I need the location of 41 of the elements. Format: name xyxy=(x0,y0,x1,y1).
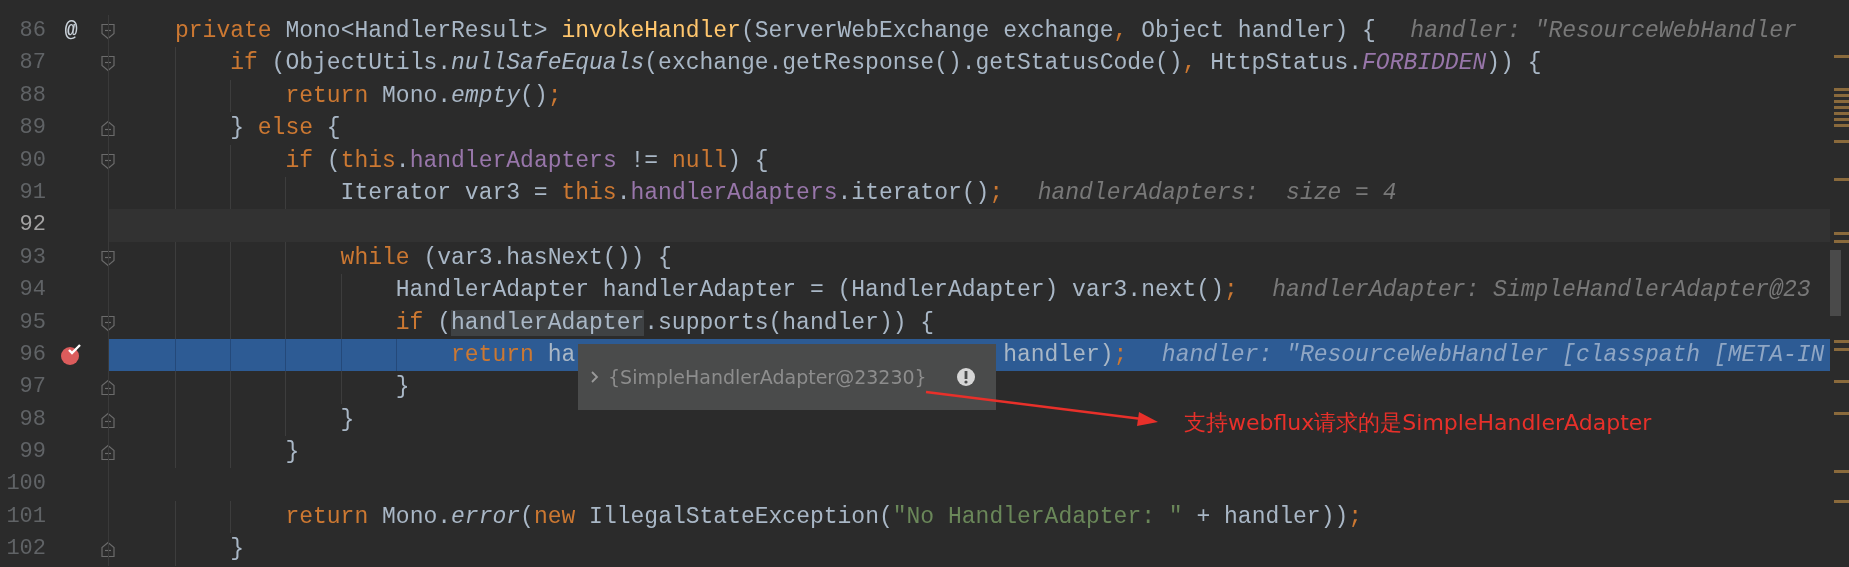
line-number: 96 xyxy=(18,340,46,369)
line-number: 97 xyxy=(18,373,46,402)
code-line: } else { xyxy=(175,112,341,145)
code-line: HandlerAdapter handlerAdapter = (HandlerAdapter) var3.next(); xyxy=(175,274,1238,307)
info-icon[interactable] xyxy=(956,367,976,387)
line-number: 99 xyxy=(18,438,46,467)
line-number: 93 xyxy=(18,243,46,272)
inlay-hint: handlerAdapter: SimpleHandlerAdapter@23 xyxy=(1272,276,1811,306)
line-number: 90 xyxy=(18,146,46,175)
line-number: 91 xyxy=(18,178,46,207)
line-number: 95 xyxy=(18,308,46,337)
implementation-marker[interactable]: @ xyxy=(64,20,78,43)
annotation-text: 支持webflux请求的是SimpleHandlerAdapter xyxy=(1184,409,1652,437)
code-line: } xyxy=(175,403,355,437)
code-line: if (this.handlerAdapters != null) { xyxy=(175,144,769,177)
breakpoint-icon[interactable] xyxy=(60,344,82,367)
scrollbar-thumb[interactable] xyxy=(1830,250,1841,316)
code-line: } xyxy=(175,533,244,566)
line-number: 98 xyxy=(18,405,46,434)
inlay-hint: handler: "ResourceWebHandler [classpath [META-IN xyxy=(1161,340,1825,370)
line-number: 89 xyxy=(18,114,46,143)
code-line: return Mono.empty(); xyxy=(175,79,562,113)
code-line: if (ObjectUtils.nullSafeEquals(exchange.getResponse().getStatusCode(), HttpStatus.FORBIDDEN)) { xyxy=(175,47,1542,80)
code-line: return Mono.error(new IllegalStateException("No HandlerAdapter: " + handler)); xyxy=(175,500,1363,534)
popup-value: {SimpleHandlerAdapter@23230} xyxy=(608,364,927,390)
line-number: 101 xyxy=(5,502,46,531)
inlay-hint: handler: "ResourceWebHandler xyxy=(1410,17,1797,46)
code-line: while (var3.hasNext()) { xyxy=(175,241,672,275)
expand-icon[interactable] xyxy=(590,370,600,384)
code-line: if (handlerAdapter.supports(handler)) { xyxy=(175,306,935,339)
line-number: 86 xyxy=(18,17,46,45)
inlay-hint: handlerAdapters: size = 4 xyxy=(1037,178,1397,208)
code-line: private Mono<HandlerResult> invokeHandler(ServerWebExchange exchange, Object handler) { xyxy=(175,17,1376,46)
line-number: 87 xyxy=(18,49,46,78)
line-number: 88 xyxy=(18,81,46,110)
line-number: 102 xyxy=(5,535,46,564)
line-number: 100 xyxy=(5,470,46,499)
line-number: 92 xyxy=(18,211,46,240)
code-line: } xyxy=(175,436,300,469)
code-line: } xyxy=(175,371,410,404)
line-number: 94 xyxy=(18,276,46,305)
